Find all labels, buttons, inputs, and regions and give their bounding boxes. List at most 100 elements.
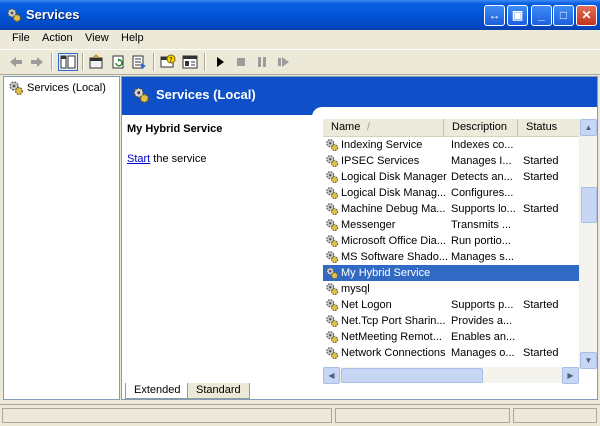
gear-icon — [133, 87, 149, 103]
help-window-button[interactable]: ↔ — [484, 5, 505, 26]
table-row[interactable]: NetMeeting Remot... Enables an... — [323, 329, 579, 345]
toolbar: ? — [0, 49, 600, 75]
tree-item-label: Services (Local) — [27, 81, 106, 94]
table-row[interactable]: Logical Disk Manager Detects an... Started — [323, 169, 579, 185]
minimize-button[interactable]: _ — [531, 5, 552, 26]
service-name: Microsoft Office Dia... — [341, 235, 446, 247]
toolbar-separator — [204, 53, 206, 71]
service-name: My Hybrid Service — [341, 267, 431, 279]
properties-icon[interactable] — [88, 54, 104, 70]
scroll-down-button[interactable]: ▼ — [580, 352, 597, 369]
tree-item-services-local[interactable]: Services (Local) — [8, 80, 106, 96]
service-name: Logical Disk Manag... — [341, 187, 447, 199]
console-icon[interactable] — [182, 54, 198, 70]
table-row[interactable]: Indexing Service Indexes co... — [323, 137, 579, 153]
table-row[interactable]: IPSEC Services Manages I... Started — [323, 153, 579, 169]
gear-icon — [326, 171, 339, 184]
table-row[interactable]: MS Software Shado... Manages s... — [323, 249, 579, 265]
service-name-cell: Net Logon — [323, 297, 450, 313]
tab-label: Standard — [196, 384, 241, 396]
export-list-icon[interactable] — [131, 54, 147, 70]
table-row[interactable]: Logical Disk Manag... Configures... — [323, 185, 579, 201]
service-description-cell: Manages I... — [451, 155, 512, 167]
pause-icon[interactable] — [254, 54, 270, 70]
service-name-cell: Logical Disk Manager — [323, 169, 450, 185]
gear-icon — [326, 203, 339, 216]
forward-arrow-icon[interactable] — [29, 54, 45, 70]
help-icon[interactable]: ? — [160, 54, 176, 70]
table-row[interactable]: Network Connections Manages o... Started — [323, 345, 579, 361]
vertical-scrollbar[interactable]: ▲ ▼ — [579, 119, 597, 369]
service-name-cell: Microsoft Office Dia... — [323, 233, 450, 249]
service-name-cell: Indexing Service — [323, 137, 450, 153]
table-row[interactable]: Net Logon Supports p... Started — [323, 297, 579, 313]
back-arrow-icon[interactable] — [8, 54, 24, 70]
tab-standard[interactable]: Standard — [187, 383, 250, 399]
title-bar[interactable]: Services ↔ ▣ _ □ ✕ — [0, 0, 600, 30]
menu-file[interactable]: File — [12, 32, 30, 44]
service-status-cell: Started — [523, 299, 559, 311]
gear-icon — [326, 267, 339, 280]
scroll-right-button[interactable]: ▶ — [562, 367, 579, 384]
gear-icon — [7, 8, 22, 23]
list-rows: Indexing Service Indexes co... IPSEC Servi… — [323, 137, 579, 361]
tab-extended[interactable]: Extended — [125, 383, 190, 399]
show-tree-icon[interactable] — [58, 53, 78, 71]
service-name-cell: Messenger — [323, 217, 450, 233]
window-icon: ▣ — [511, 8, 524, 22]
start-service-link[interactable]: Start — [127, 153, 150, 165]
service-description-cell: Supports lo... — [451, 203, 516, 215]
refresh-icon[interactable] — [110, 54, 126, 70]
column-header-name[interactable]: Name / — [323, 119, 444, 136]
scroll-left-button[interactable]: ◀ — [323, 367, 340, 384]
restart-icon[interactable] — [276, 54, 292, 70]
arrow-up-icon: ▲ — [584, 123, 593, 132]
service-status-cell: Started — [523, 155, 559, 167]
menu-action[interactable]: Action — [42, 32, 73, 44]
gear-icon — [326, 283, 339, 296]
maximize-button[interactable]: □ — [553, 5, 574, 26]
table-row[interactable]: Machine Debug Ma... Supports lo... Started — [323, 201, 579, 217]
service-description-cell: Indexes co... — [451, 139, 514, 151]
close-button[interactable]: ✕ — [576, 5, 597, 26]
column-header-description[interactable]: Description — [444, 119, 518, 136]
vertical-scroll-thumb[interactable] — [581, 187, 597, 223]
maximize-icon: □ — [559, 8, 568, 22]
restore-down-button[interactable]: ▣ — [507, 5, 528, 26]
panel-header-curve — [312, 107, 597, 117]
table-row[interactable]: Microsoft Office Dia... Run portio... — [323, 233, 579, 249]
table-row[interactable]: mysql — [323, 281, 579, 297]
service-name-cell: Logical Disk Manag... — [323, 185, 450, 201]
stop-icon[interactable] — [233, 54, 249, 70]
gear-icon — [326, 347, 339, 360]
service-action-suffix: the service — [150, 153, 207, 165]
status-bar — [0, 404, 600, 426]
menu-view[interactable]: View — [85, 32, 109, 44]
service-status-cell: Started — [523, 347, 559, 359]
toolbar-separator — [153, 53, 155, 71]
table-row[interactable]: My Hybrid Service — [323, 265, 579, 281]
column-header-label: Name — [331, 121, 361, 133]
arrow-down-icon: ▼ — [584, 356, 593, 365]
gear-icon — [326, 155, 339, 168]
selected-service-name: My Hybrid Service — [127, 123, 223, 135]
service-name-cell: MS Software Shado... — [323, 249, 450, 265]
gear-icon — [326, 219, 339, 232]
table-row[interactable]: Net.Tcp Port Sharin... Provides a... — [323, 313, 579, 329]
service-name-cell: Machine Debug Ma... — [323, 201, 450, 217]
service-description-cell: Transmits ... — [451, 219, 512, 231]
play-icon[interactable] — [212, 54, 228, 70]
column-header-status[interactable]: Status — [518, 119, 579, 136]
scroll-up-button[interactable]: ▲ — [580, 119, 597, 136]
horizontal-scroll-thumb[interactable] — [341, 368, 483, 383]
service-name: IPSEC Services — [341, 155, 420, 167]
menu-help[interactable]: Help — [121, 32, 144, 44]
view-tabs: Extended Standard — [121, 383, 596, 399]
gear-icon — [326, 315, 339, 328]
service-description-cell: Manages o... — [451, 347, 515, 359]
horizontal-scrollbar[interactable]: ◀ ▶ — [323, 367, 579, 384]
table-row[interactable]: Messenger Transmits ... — [323, 217, 579, 233]
service-action: Start the service — [127, 153, 206, 165]
list-header: Name / Description Status — [323, 119, 579, 137]
toolbar-separator — [51, 53, 53, 71]
